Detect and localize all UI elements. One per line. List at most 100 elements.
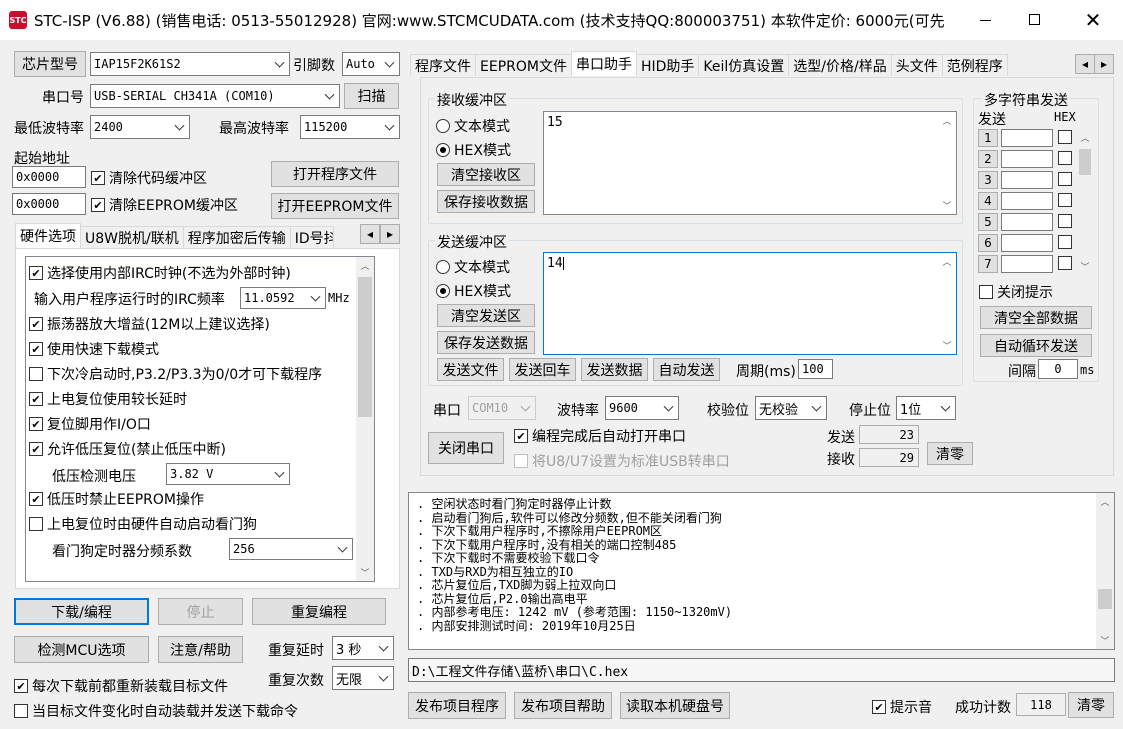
- send-scrollbar[interactable]: ︿ ﹀: [938, 253, 956, 354]
- publish-help-button[interactable]: 发布项目帮助: [514, 692, 612, 719]
- send-text-mode[interactable]: 文本模式: [436, 257, 510, 277]
- zero-button[interactable]: 清零: [927, 442, 973, 465]
- multi-row-button[interactable]: 4: [978, 192, 998, 210]
- open-eeprom-button[interactable]: 打开EEPROM文件: [271, 193, 399, 219]
- multi-row-hex-checkbox[interactable]: [1058, 235, 1076, 249]
- success-clear-button[interactable]: 清零: [1068, 692, 1114, 718]
- scroll-up-icon[interactable]: ︿: [938, 112, 956, 129]
- scroll-down-icon[interactable]: ﹀: [356, 564, 374, 581]
- scroll-up-icon[interactable]: ︿: [1096, 493, 1114, 510]
- chip-model-button[interactable]: 芯片型号: [14, 51, 86, 77]
- multi-row-button[interactable]: 1: [978, 129, 998, 147]
- multi-row-hex-checkbox[interactable]: [1058, 151, 1076, 165]
- multi-scrollbar[interactable]: ︿ ﹀: [1077, 129, 1093, 275]
- download-button[interactable]: 下载/编程: [14, 598, 149, 625]
- minimize-icon[interactable]: [960, 0, 1010, 40]
- scroll-thumb[interactable]: [358, 277, 372, 417]
- send-hex-mode[interactable]: HEX模式: [436, 281, 511, 301]
- auto-open-checkbox[interactable]: ✔ 编程完成后自动打开串口: [514, 426, 686, 446]
- tab-selection[interactable]: 选型/价格/样品: [788, 54, 892, 76]
- tab-scroll-right-icon[interactable]: ▸: [1094, 54, 1114, 74]
- scroll-up-icon[interactable]: ︿: [938, 253, 956, 270]
- recv-scrollbar[interactable]: ︿ ﹀: [938, 112, 956, 214]
- close-icon[interactable]: ✕: [1063, 0, 1123, 40]
- scroll-up-icon[interactable]: ︿: [356, 257, 374, 274]
- multi-row-hex-checkbox[interactable]: [1058, 214, 1076, 228]
- multi-row-input[interactable]: [1001, 171, 1053, 189]
- parity-select[interactable]: 无校验: [755, 396, 827, 420]
- clear-eeprom-checkbox[interactable]: ✔ 清除EEPROM缓冲区: [91, 195, 238, 215]
- serial-port-select[interactable]: COM10: [468, 396, 536, 420]
- tab-scroll-left-icon[interactable]: ◂: [360, 224, 380, 244]
- tab-header[interactable]: 头文件: [890, 54, 943, 76]
- close-port-button[interactable]: 关闭串口: [428, 432, 504, 464]
- tab-u8w[interactable]: U8W脱机/联机: [80, 226, 184, 248]
- tab-hardware[interactable]: 硬件选项: [15, 223, 81, 248]
- opt-long-delay[interactable]: ✔ 上电复位使用较长延时: [29, 389, 187, 409]
- repeat-count-select[interactable]: 无限: [332, 666, 394, 690]
- lv-select[interactable]: 3.82 V: [166, 463, 290, 485]
- stop-bits-select[interactable]: 1位: [896, 396, 956, 420]
- multi-row-button[interactable]: 2: [978, 150, 998, 168]
- multi-row-hex-checkbox[interactable]: [1058, 130, 1076, 144]
- multi-row-input[interactable]: [1001, 213, 1053, 231]
- min-baud-select[interactable]: 2400: [90, 115, 190, 139]
- publish-button[interactable]: 发布项目程序: [408, 692, 506, 719]
- multi-row-input[interactable]: [1001, 129, 1053, 147]
- multi-row-input[interactable]: [1001, 150, 1053, 168]
- scroll-down-icon[interactable]: ﹀: [1077, 258, 1093, 275]
- tab-keil[interactable]: Keil仿真设置: [698, 54, 790, 76]
- multi-row-button[interactable]: 6: [978, 234, 998, 252]
- tab-eeprom-file[interactable]: EEPROM文件: [475, 54, 572, 76]
- repeat-delay-select[interactable]: 3 秒: [332, 636, 394, 660]
- help-button[interactable]: 注意/帮助: [158, 636, 243, 663]
- scroll-down-icon[interactable]: ﹀: [938, 337, 956, 354]
- multi-row-button[interactable]: 7: [978, 255, 998, 273]
- scroll-thumb[interactable]: [1079, 149, 1091, 175]
- tab-encrypt[interactable]: 程序加密后传输: [182, 226, 291, 248]
- log-scrollbar[interactable]: ︿ ﹀: [1096, 493, 1114, 649]
- opt-lv-eeprom[interactable]: ✔ 低压时禁止EEPROM操作: [29, 489, 204, 509]
- send-data-button[interactable]: 发送数据: [581, 358, 648, 381]
- clear-send-button[interactable]: 清空发送区: [437, 304, 535, 327]
- send-textarea[interactable]: 14 ︿ ﹀: [543, 252, 957, 355]
- open-program-button[interactable]: 打开程序文件: [271, 161, 399, 187]
- multi-row-hex-checkbox[interactable]: [1058, 172, 1076, 186]
- irc-select[interactable]: 11.0592: [240, 287, 326, 309]
- clear-recv-button[interactable]: 清空接收区: [437, 163, 535, 186]
- period-input[interactable]: 100: [798, 359, 833, 379]
- max-baud-select[interactable]: 115200: [300, 115, 400, 139]
- clear-all-button[interactable]: 清空全部数据: [980, 306, 1092, 329]
- port-select[interactable]: USB-SERIAL CH341A (COM10): [90, 84, 340, 108]
- scroll-down-icon[interactable]: ﹀: [1096, 632, 1114, 649]
- tab-scroll-right-icon[interactable]: ▸: [380, 224, 400, 244]
- multi-row-input[interactable]: [1001, 255, 1053, 273]
- opt-reset-io[interactable]: ✔ 复位脚用作I/O口: [29, 414, 151, 434]
- interval-input[interactable]: 0: [1038, 359, 1078, 379]
- multi-row-hex-checkbox[interactable]: [1058, 193, 1076, 207]
- maximize-icon[interactable]: [1010, 0, 1060, 40]
- send-return-button[interactable]: 发送回车: [509, 358, 576, 381]
- opt-osc-gain[interactable]: ✔ 振荡器放大增益(12M以上建议选择): [29, 314, 270, 334]
- tab-scroll-left-icon[interactable]: ◂: [1075, 54, 1095, 74]
- scroll-up-icon[interactable]: ︿: [1077, 129, 1093, 146]
- opt-cold-start[interactable]: 下次冷启动时,P3.2/P3.3为0/0才可下载程序: [29, 364, 322, 384]
- save-recv-button[interactable]: 保存接收数据: [437, 190, 535, 213]
- addr1-input[interactable]: 0x0000: [12, 166, 86, 188]
- opt-low-voltage-reset[interactable]: ✔ 允许低压复位(禁止低压中断): [29, 439, 226, 459]
- addr2-input[interactable]: 0x0000: [12, 193, 86, 215]
- stop-button[interactable]: 停止: [158, 598, 243, 625]
- check-mcu-button[interactable]: 检测MCU选项: [14, 636, 149, 663]
- read-disk-button[interactable]: 读取本机硬盘号: [620, 692, 730, 719]
- hardware-scrollbar[interactable]: ︿ ﹀: [356, 257, 374, 581]
- opt-watchdog[interactable]: 上电复位时由硬件自动启动看门狗: [29, 514, 257, 534]
- clear-code-checkbox[interactable]: ✔ 清除代码缓冲区: [91, 168, 207, 188]
- multi-row-input[interactable]: [1001, 192, 1053, 210]
- send-file-button[interactable]: 发送文件: [437, 358, 504, 381]
- opt-internal-irc[interactable]: ✔ 选择使用内部IRC时钟(不选为外部时钟): [29, 263, 291, 283]
- tab-program-file[interactable]: 程序文件: [410, 54, 476, 76]
- usb-checkbox[interactable]: 将U8/U7设置为标准USB转串口: [514, 451, 730, 471]
- auto-loop-button[interactable]: 自动循环发送: [980, 334, 1092, 357]
- pins-select[interactable]: Auto: [342, 52, 400, 76]
- reload-checkbox[interactable]: ✔ 每次下载前都重新装载目标文件: [14, 676, 228, 696]
